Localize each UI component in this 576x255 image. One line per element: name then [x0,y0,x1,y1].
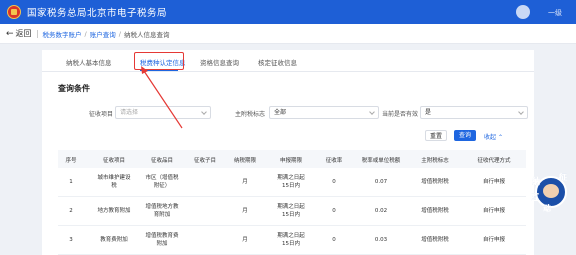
main-card: 纳税人基本信息 税费种认定信息 资格信息查询 核定征收信息 查询条件 征收项目 … [42,50,534,255]
site-title: 国家税务总局北京市电子税务局 [27,8,168,19]
cell-no: 1 [69,179,73,185]
cell-levy-rate: 0 [332,179,336,185]
section-title: 查询条件 [58,84,90,93]
arrow-left-icon: ← [6,28,14,39]
cell-main-tax-flag: 增值税附税 [421,237,449,243]
cell-levy-rate: 0 [332,208,336,214]
cell-main-tax-flag: 增值税附税 [421,208,449,214]
currently-valid-label: 当前是否有效 [382,111,419,118]
breadcrumb-bar: ← 返回 税务数字账户 / 账户查询 / 纳税人信息查询 [0,24,576,44]
cell-main-tax-flag: 增值税附税 [421,179,449,185]
breadcrumb-item-account[interactable]: 税务数字账户 [43,29,82,39]
cell-filing-deadline: 期满之日起 15日内 [277,233,305,247]
tab-bar: 纳税人基本信息 税费种认定信息 资格信息查询 核定征收信息 [42,50,534,72]
col-header-filing-deadline: 申报期限 [279,158,303,164]
table-row: 3 教育费附加 增值税教育费 附加 月 期满之日起 15日内 0 0.03 增值税附… [58,226,526,255]
query-button[interactable]: 查询 [454,130,476,141]
mascot-char: 征 [559,173,567,182]
currently-valid-select[interactable]: 是 [420,106,528,119]
cell-tax-rate: 0.02 [374,208,388,214]
tab-assessed-collection[interactable]: 核定征收信息 [258,57,297,67]
currently-valid-value: 是 [425,109,432,116]
levy-item-label: 征收项目 [89,111,114,118]
username[interactable]: 一级 [548,8,562,18]
col-header-main-tax-flag: 主附税标志 [421,158,449,164]
chevron-down-icon [518,109,524,115]
breadcrumb-separator: / [118,29,121,38]
cell-levy-item: 地方教育附加 [97,208,131,214]
table-row: 2 地方教育附加 增值税地方教 育附加 月 期满之日起 15日内 0 0.02 增值… [58,197,526,226]
annotation-highlight-box [134,52,184,70]
cell-agent-mode: 自行申报 [482,237,506,243]
cell-tax-period: 月 [242,237,248,243]
cell-agent-mode: 自行申报 [482,179,506,185]
cell-filing-deadline: 期满之日起 15日内 [277,204,305,218]
reset-button[interactable]: 重置 [425,130,447,141]
breadcrumb-separator: / [84,29,87,38]
collapse-toggle[interactable]: 收起 ⌃ [484,132,503,141]
assistant-mascot-widget[interactable]: 纳 征 互 动 [529,170,573,214]
col-header-tax-period: 纳税期限 [233,158,257,164]
cell-no: 3 [69,237,73,243]
user-avatar[interactable] [516,5,530,19]
chevron-up-icon: ⌃ [497,134,503,141]
tab-qualification-query[interactable]: 资格信息查询 [200,57,239,67]
cell-levy-subitem: 市区（增值税 附征） [145,175,179,189]
mascot-char: 互 [531,193,539,202]
table-header: 序号 征收项目 征收品目 征收子目 纳税期限 申报期限 征收率 税率或单位税额 … [58,150,526,168]
back-label: 返回 [15,29,32,38]
col-header-levy-subcategory: 征收子目 [193,158,217,164]
chevron-down-icon [201,109,207,115]
cell-no: 2 [69,208,73,214]
cell-tax-period: 月 [242,208,248,214]
mascot-char: 纳 [532,177,540,186]
cell-filing-deadline: 期满之日起 15日内 [277,175,305,189]
col-header-no: 序号 [65,158,77,164]
main-tax-flag-select[interactable]: 全部 [269,106,379,119]
mascot-face-icon [543,184,559,198]
levy-item-placeholder: 请选择 [120,109,139,116]
divider [36,29,38,38]
collapse-label: 收起 [484,134,497,141]
cell-levy-rate: 0 [332,237,336,243]
breadcrumb-item-current: 纳税人信息查询 [123,30,170,39]
back-button[interactable]: ← 返回 [6,28,32,39]
col-header-levy-rate: 征收率 [325,158,343,164]
cell-tax-rate: 0.07 [374,179,388,185]
chevron-down-icon [369,109,375,115]
cell-levy-subitem: 增值税地方教 育附加 [145,204,179,218]
cell-levy-item: 城市维护建设税 [97,175,131,189]
cell-levy-subitem: 增值税教育费 附加 [145,233,179,247]
cell-levy-item: 教育费附加 [100,237,128,243]
col-header-levy-item: 征收项目 [102,158,126,164]
mascot-char: 动 [543,204,551,213]
tab-taxpayer-basic-info[interactable]: 纳税人基本信息 [66,57,112,67]
cell-tax-rate: 0.03 [374,237,388,243]
tax-emblem-icon [7,5,21,19]
main-tax-flag-value: 全部 [274,109,287,116]
col-header-tax-rate: 税率或单位税额 [361,158,401,164]
top-header-bar: 国家税务总局北京市电子税务局 一级 [0,0,576,24]
col-header-levy-subitem: 征收品目 [150,158,174,164]
col-header-agent-mode: 征收代理方式 [477,158,511,164]
table-row: 1 城市维护建设税 市区（增值税 附征） 月 期满之日起 15日内 0 0.07 增… [58,168,526,197]
main-tax-flag-label: 主附税标志 [235,111,266,118]
cell-tax-period: 月 [242,179,248,185]
cell-agent-mode: 自行申报 [482,208,506,214]
levy-item-select[interactable]: 请选择 [115,106,211,119]
breadcrumb-item-query[interactable]: 账户查询 [90,29,116,39]
